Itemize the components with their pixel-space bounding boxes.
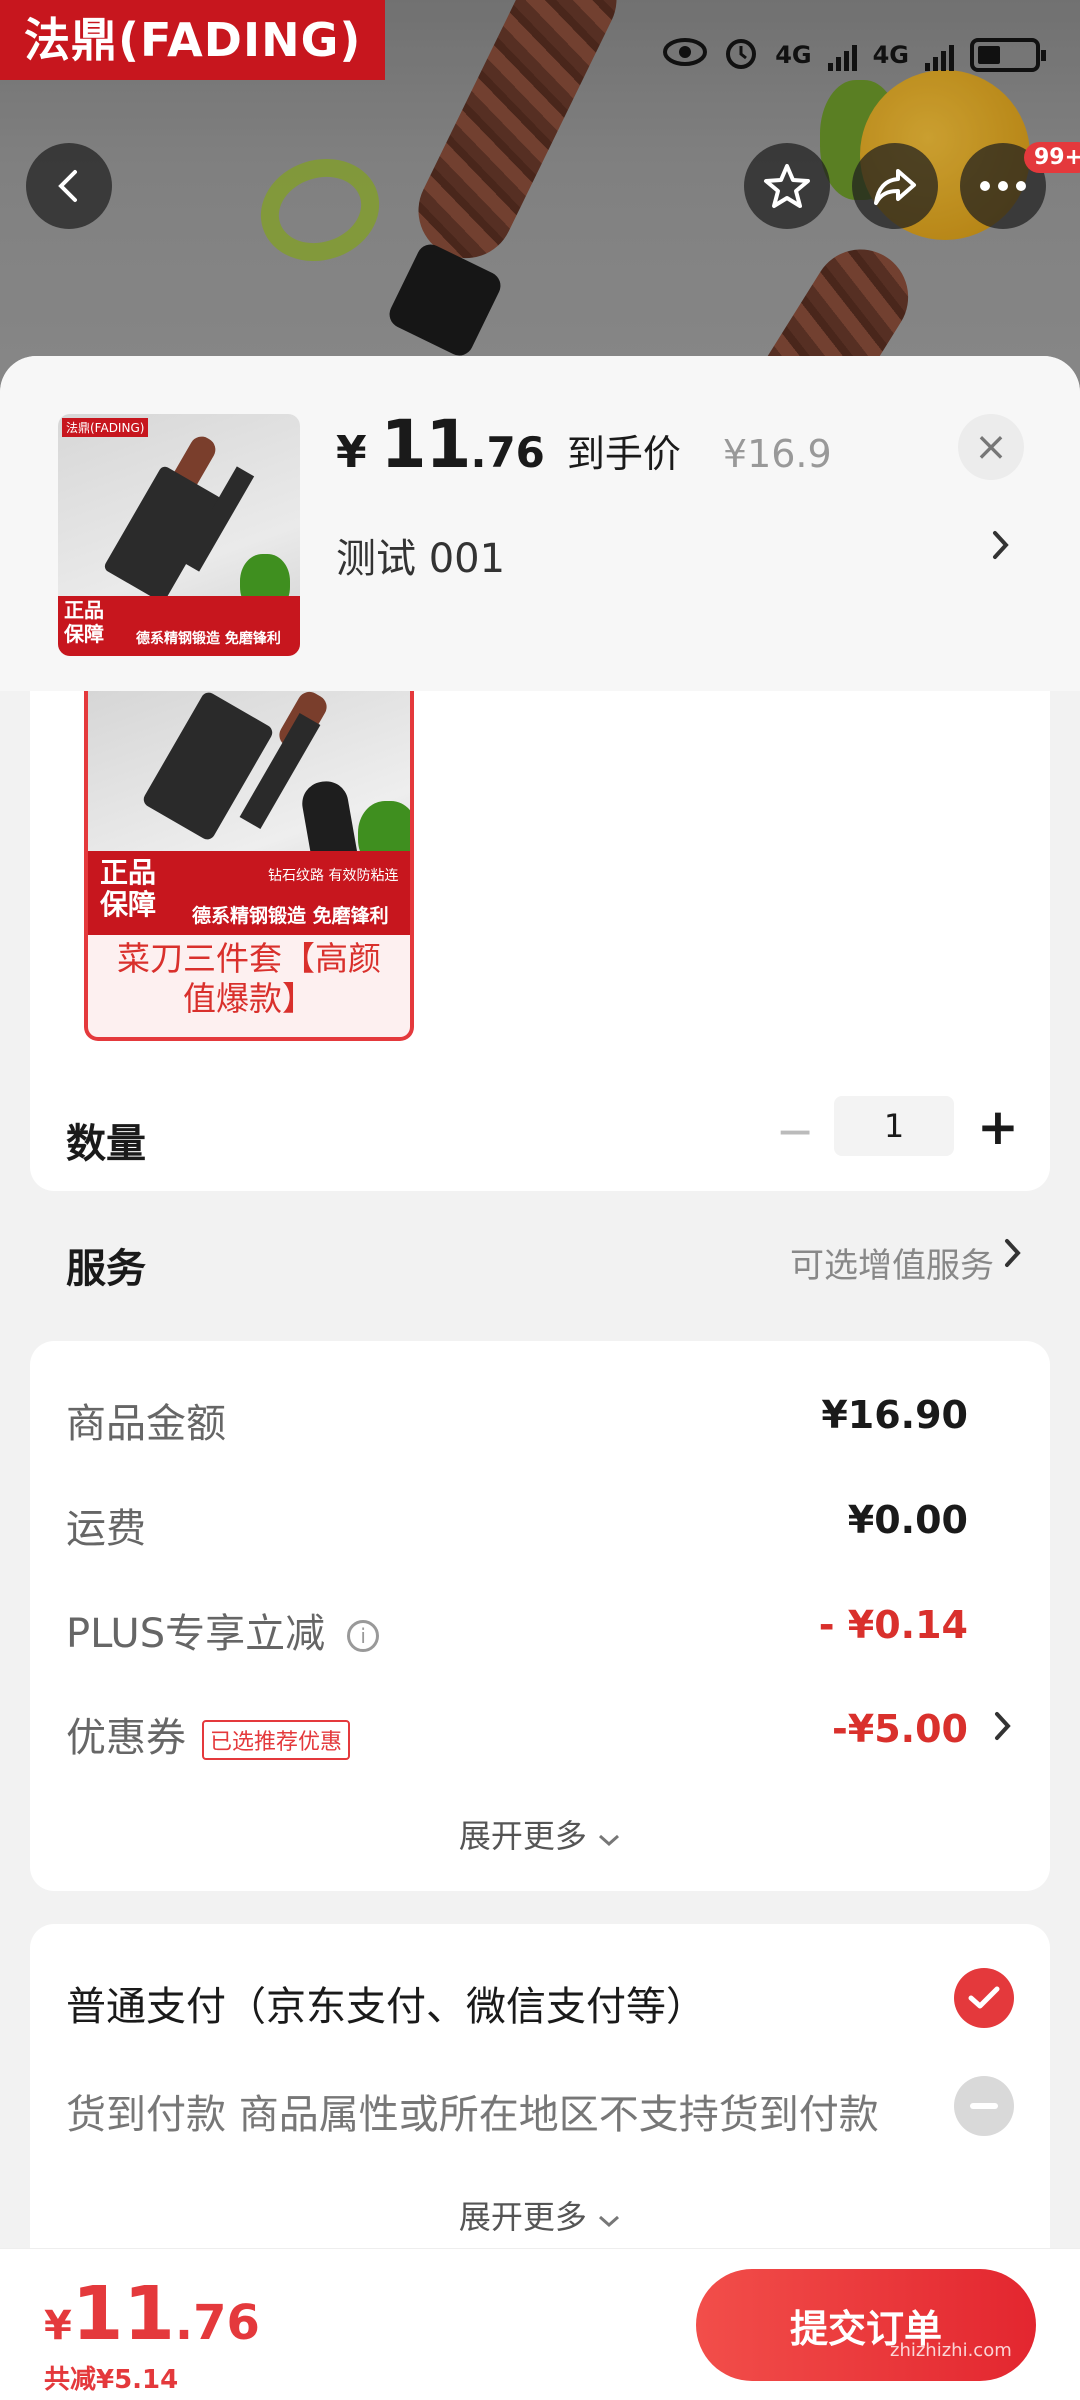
expand-more-label: 展开更多 [458, 1817, 587, 1855]
service-value[interactable]: 可选增值服务 [790, 1238, 994, 1287]
signal-icon [925, 39, 954, 71]
spec-banner-small: 德系精钢锻造 免磨锋利 [192, 905, 389, 927]
selected-variant[interactable]: 测试 001 [336, 526, 505, 584]
price-integer: 11 [380, 406, 472, 483]
battery-icon [970, 38, 1046, 72]
product-thumbnail: 法鼎(FADING) 正品保障 德系精钢锻造 免磨锋利 [58, 414, 300, 656]
checkmark-icon[interactable] [954, 1968, 1014, 2028]
total-price: ¥11.76 [44, 2271, 260, 2357]
spec-option-selected[interactable]: 正品保障 钻石纹路 有效防粘连 德系精钢锻造 免磨锋利 菜刀三件套【高颜值爆款】 [84, 691, 414, 1041]
shipping-label: 运费 [66, 1506, 146, 1552]
price-detail-card: 商品金额 ¥16.90 运费 ¥0.00 PLUS专享立减 i - ¥0.14 优… [30, 1341, 1050, 1891]
thumb-banner-small: 德系精钢锻造 免磨锋利 [136, 631, 281, 647]
coupon-label: 优惠券 [66, 1715, 186, 1761]
payment-option-cod: 货到付款 商品属性或所在地区不支持货到付款 [66, 2092, 879, 2138]
quantity-label: 数量 [66, 1121, 146, 1167]
chevron-down-icon [599, 1834, 620, 1847]
total-saved: 共减¥5.14 [44, 2365, 179, 2395]
favorite-button[interactable] [744, 143, 830, 229]
chevron-left-icon [58, 170, 77, 202]
payment-option-normal[interactable]: 普通支付（京东支付、微信支付等） [66, 1974, 706, 2032]
submit-order-button[interactable]: 提交订单 [696, 2269, 1036, 2381]
spec-banner-tiny: 钻石纹路 有效防粘连 [268, 868, 399, 884]
sheet-header: 法鼎(FADING) 正品保障 德系精钢锻造 免磨锋利 ¥ 11 .76 到手价… [0, 356, 1080, 691]
coupon-row[interactable]: 优惠券 已选推荐优惠 [66, 1705, 351, 1763]
spec-banner-big: 正品保障 [100, 856, 157, 921]
goods-amount-value: ¥16.90 [821, 1393, 968, 1437]
back-button[interactable] [26, 143, 112, 229]
chevron-right-icon [990, 528, 1012, 571]
goods-amount-label: 商品金额 [66, 1401, 226, 1447]
coupon-tag: 已选推荐优惠 [202, 1720, 351, 1760]
total-price-symbol: ¥ [44, 2303, 72, 2349]
notification-badge: 99+ [1024, 142, 1080, 173]
share-button[interactable] [852, 143, 938, 229]
quantity-increment-button[interactable]: + [970, 1099, 1026, 1155]
price-row: ¥ 11 .76 到手价 ¥16.9 [336, 406, 832, 483]
info-icon[interactable]: i [347, 1620, 380, 1652]
coupon-value: -¥5.00 [832, 1707, 968, 1751]
total-price-decimal: .76 [174, 2295, 260, 2351]
quantity-input[interactable]: 1 [834, 1096, 954, 1156]
spec-option-image: 正品保障 钻石纹路 有效防粘连 德系精钢锻造 免磨锋利 [88, 691, 410, 935]
original-price: ¥16.9 [722, 432, 832, 476]
thumb-brand: 法鼎(FADING) [62, 418, 149, 437]
signal-label: 4G [872, 41, 909, 69]
alarm-icon [723, 34, 759, 76]
bottom-bar: ¥11.76 共减¥5.14 提交订单 [0, 2248, 1080, 2400]
shipping-value: ¥0.00 [847, 1498, 968, 1542]
total-price-integer: 11 [71, 2271, 175, 2357]
brand-tag: 法鼎(FADING) [0, 0, 386, 80]
watermark: zhizhizhi.com [890, 2340, 1012, 2361]
eye-icon [663, 37, 708, 73]
purchase-sheet: 法鼎(FADING) 正品保障 德系精钢锻造 免磨锋利 ¥ 11 .76 到手价… [0, 356, 1080, 2400]
quantity-decrement-button[interactable]: − [770, 1108, 820, 1154]
close-button[interactable]: × [958, 414, 1024, 480]
chevron-down-icon [599, 2215, 620, 2228]
plus-discount-label: PLUS专享立减 [66, 1611, 326, 1657]
disabled-icon [954, 2076, 1014, 2136]
more-dots-icon [980, 181, 1026, 191]
price-decimal: .76 [470, 428, 545, 477]
expand-more-label: 展开更多 [458, 2198, 587, 2236]
signal-label: 4G [775, 41, 812, 69]
service-label: 服务 [66, 1246, 146, 1292]
plus-discount-row: PLUS专享立减 i [66, 1601, 380, 1659]
status-bar: 4G 4G [663, 34, 1046, 76]
star-icon [764, 164, 810, 208]
price-symbol: ¥ [336, 427, 367, 478]
spec-banner: 正品保障 钻石纹路 有效防粘连 德系精钢锻造 免磨锋利 [88, 851, 410, 935]
expand-more-button[interactable]: 展开更多 [30, 2192, 1050, 2238]
thumb-banner: 正品保障 德系精钢锻造 免磨锋利 [58, 596, 300, 656]
chevron-right-icon [992, 1709, 1014, 1752]
signal-icon [827, 39, 857, 71]
final-price-label: 到手价 [566, 432, 681, 476]
expand-more-button[interactable]: 展开更多 [30, 1811, 1050, 1857]
chevron-right-icon [1002, 1236, 1024, 1274]
spec-card: 正品保障 钻石纹路 有效防粘连 德系精钢锻造 免磨锋利 菜刀三件套【高颜值爆款】… [30, 691, 1050, 1191]
spec-option-label: 菜刀三件套【高颜值爆款】 [117, 939, 381, 1018]
close-icon: × [974, 424, 1008, 470]
thumb-banner-big: 正品保障 [64, 598, 104, 646]
plus-discount-value: - ¥0.14 [818, 1603, 968, 1647]
share-icon [874, 169, 916, 205]
